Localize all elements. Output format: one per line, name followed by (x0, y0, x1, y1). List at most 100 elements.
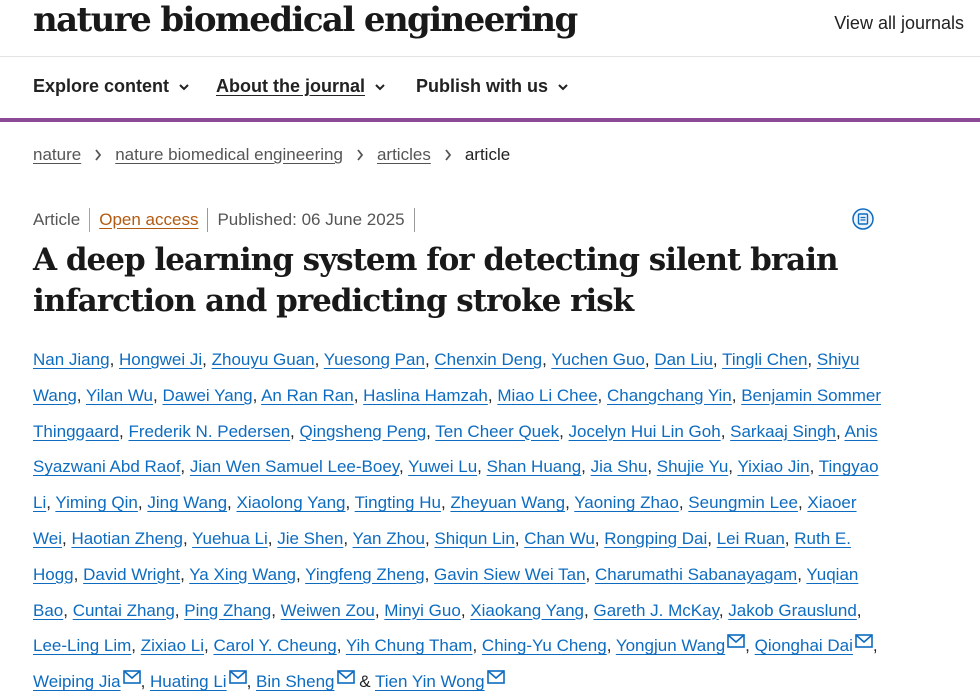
view-all-journals-link[interactable]: View all journals (834, 13, 964, 34)
author-link[interactable]: Jie Shen (277, 529, 343, 548)
author-link[interactable]: Tingli Chen (722, 350, 807, 369)
author-link[interactable]: Dawei Yang (162, 386, 252, 405)
author-link[interactable]: Chenxin Deng (434, 350, 542, 369)
author-link[interactable]: Minyi Guo (384, 601, 461, 620)
chevron-right-icon (357, 149, 364, 161)
chevron-down-icon (558, 83, 568, 90)
mail-icon[interactable] (486, 670, 505, 684)
author-link[interactable]: An Ran Ran (261, 386, 354, 405)
author-link[interactable]: Yiming Qin (55, 493, 138, 512)
open-access-link[interactable]: Open access (99, 210, 198, 230)
author-list: Nan Jiang, Hongwei Ji, Zhouyu Guan, Yues… (33, 350, 882, 692)
author-link[interactable]: Xiaokang Yang (470, 601, 584, 620)
author-link[interactable]: Yuesong Pan (324, 350, 425, 369)
author-link[interactable]: Rongping Dai (604, 529, 707, 548)
meta-divider (207, 208, 209, 232)
author-link[interactable]: Zixiao Li (141, 636, 204, 655)
author-link[interactable]: Jing Wang (147, 493, 227, 512)
author-link[interactable]: Weiping Jia (33, 672, 121, 691)
author-link[interactable]: Dan Liu (654, 350, 713, 369)
author-link[interactable]: Yan Zhou (353, 529, 425, 548)
author-link[interactable]: Yilan Wu (86, 386, 153, 405)
author-link[interactable]: Yongjun Wang (616, 636, 725, 655)
author-link[interactable]: Charumathi Sabanayagam (595, 565, 797, 584)
author-link[interactable]: Qionghai Dai (755, 636, 853, 655)
journal-logo[interactable]: nature biomedical engineering (33, 0, 578, 40)
breadcrumb-nature[interactable]: nature (33, 145, 81, 165)
chevron-right-icon (95, 149, 102, 161)
author-link[interactable]: Jian Wen Samuel Lee-Boey (190, 457, 399, 476)
article-type: Article (33, 210, 81, 229)
author-link[interactable]: Yixiao Jin (737, 457, 809, 476)
author-link[interactable]: Chan Wu (524, 529, 595, 548)
author-link[interactable]: Ya Xing Wang (189, 565, 296, 584)
chevron-down-icon (179, 83, 189, 90)
author-link[interactable]: Lei Ruan (717, 529, 785, 548)
journal-navigation: Explore content About the journal Publis… (0, 57, 980, 122)
author-link[interactable]: Gavin Siew Wei Tan (434, 565, 586, 584)
chevron-down-icon (375, 83, 385, 90)
article-title: A deep learning system for detecting sil… (33, 242, 839, 319)
breadcrumb: nature nature biomedical engineering art… (33, 145, 510, 165)
author-link[interactable]: Ping Zhang (184, 601, 271, 620)
chevron-right-icon (445, 149, 451, 161)
author-link[interactable]: Sarkaaj Singh (730, 422, 836, 441)
author-link[interactable]: Yuehua Li (192, 529, 268, 548)
author-link[interactable]: Ten Cheer Quek (435, 422, 559, 441)
author-link[interactable]: Jia Shu (591, 457, 648, 476)
citation-download-icon[interactable] (852, 208, 874, 230)
mail-icon[interactable] (855, 634, 873, 649)
breadcrumb-articles[interactable]: articles (377, 145, 431, 165)
author-link[interactable]: Huating Li (150, 672, 227, 691)
about-journal-menu[interactable]: About the journal (216, 76, 386, 97)
author-link[interactable]: Qingsheng Peng (300, 422, 427, 441)
mail-icon[interactable] (336, 670, 355, 684)
author-link[interactable]: Bin Sheng (256, 672, 334, 691)
author-link[interactable]: Yaoning Zhao (574, 493, 679, 512)
author-link[interactable]: Yuwei Lu (408, 457, 477, 476)
author-link[interactable]: Miao Li Chee (497, 386, 597, 405)
author-link[interactable]: Gareth J. McKay (593, 601, 718, 620)
author-link[interactable]: Hongwei Ji (119, 350, 202, 369)
publish-with-us-label: Publish with us (416, 76, 549, 96)
author-link[interactable]: Tien Yin Wong (375, 672, 485, 691)
publish-with-us-menu[interactable]: Publish with us (416, 76, 569, 97)
author-link[interactable]: Yuchen Guo (551, 350, 645, 369)
about-journal-label: About the journal (216, 76, 365, 96)
mail-icon[interactable] (122, 670, 141, 684)
author-link[interactable]: Cuntai Zhang (73, 601, 175, 620)
author-link[interactable]: Jocelyn Hui Lin Goh (569, 422, 721, 441)
meta-divider (413, 208, 415, 232)
author-link[interactable]: Haotian Zheng (71, 529, 183, 548)
author-separator: & (359, 672, 371, 692)
author-link[interactable]: Seungmin Lee (688, 493, 798, 512)
author-link[interactable]: Haslina Hamzah (363, 386, 488, 405)
author-link[interactable]: Yih Chung Tham (346, 636, 473, 655)
meta-divider (89, 208, 91, 232)
author-link[interactable]: Xiaolong Yang (236, 493, 345, 512)
article-meta: Article Open access Published: 06 June 2… (33, 208, 424, 232)
author-link[interactable]: Weiwen Zou (281, 601, 375, 620)
mail-icon[interactable] (727, 634, 745, 649)
breadcrumb-current: article (464, 145, 511, 164)
author-link[interactable]: Tingting Hu (355, 493, 441, 512)
author-link[interactable]: Nan Jiang (33, 350, 110, 369)
author-link[interactable]: Shiqun Lin (434, 529, 514, 548)
author-link[interactable]: Carol Y. Cheung (214, 636, 337, 655)
mail-icon[interactable] (228, 670, 247, 684)
explore-content-label: Explore content (33, 76, 170, 96)
author-link[interactable]: Frederik N. Pedersen (128, 422, 290, 441)
author-link[interactable]: Lee-Ling Lim (33, 636, 131, 655)
author-link[interactable]: Ching-Yu Cheng (482, 636, 607, 655)
explore-content-menu[interactable]: Explore content (33, 76, 190, 97)
author-link[interactable]: Zhouyu Guan (212, 350, 315, 369)
author-link[interactable]: Yingfeng Zheng (305, 565, 424, 584)
author-link[interactable]: David Wright (83, 565, 180, 584)
published-date: Published: 06 June 2025 (217, 210, 405, 229)
author-link[interactable]: Shan Huang (487, 457, 582, 476)
author-link[interactable]: Shujie Yu (657, 457, 729, 476)
breadcrumb-journal[interactable]: nature biomedical engineering (115, 145, 343, 165)
author-link[interactable]: Changchang Yin (607, 386, 732, 405)
author-link[interactable]: Jakob Grauslund (728, 601, 857, 620)
author-link[interactable]: Zheyuan Wang (450, 493, 565, 512)
